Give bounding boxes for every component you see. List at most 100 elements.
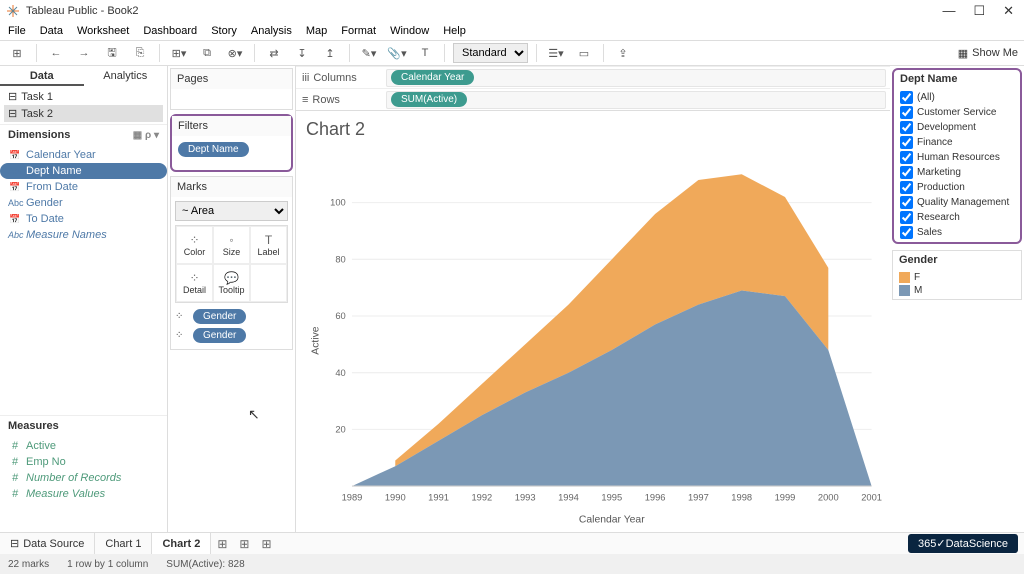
sort-asc-icon[interactable]: ↧ [291, 43, 313, 63]
new-dashboard-icon[interactable]: ⊞ [233, 537, 255, 551]
filter-checkbox[interactable]: Quality Management [900, 195, 1014, 210]
show-me-button[interactable]: ▦ Show Me [958, 47, 1018, 60]
minimize-button[interactable]: — [942, 3, 955, 19]
menu-dashboard[interactable]: Dashboard [143, 25, 197, 37]
filter-checkbox[interactable]: Research [900, 210, 1014, 225]
menu-bar: File Data Worksheet Dashboard Story Anal… [0, 22, 1024, 40]
duplicate-icon[interactable]: ⧉ [196, 43, 218, 63]
group-icon[interactable]: 📎▾ [386, 43, 408, 63]
dimension-field[interactable]: 📅Calendar Year [0, 147, 167, 163]
back-icon[interactable]: ← [45, 43, 67, 63]
field-type-icon: Abc [8, 198, 22, 208]
highlight-icon[interactable]: ✎▾ [358, 43, 380, 63]
totals-icon[interactable]: T [414, 43, 436, 63]
maximize-button[interactable]: ☐ [973, 3, 985, 19]
filter-legend-pane: Dept Name (All)Customer ServiceDevelopme… [890, 66, 1024, 532]
connect-icon[interactable]: ⊞ [6, 43, 28, 63]
datasource-row[interactable]: ⊟Task 2 [4, 105, 163, 122]
cards-icon[interactable]: ☰▾ [545, 43, 567, 63]
dimension-field[interactable]: AbcMeasure Names [0, 227, 167, 243]
menu-analysis[interactable]: Analysis [251, 25, 292, 37]
legend-item[interactable]: M [899, 284, 1015, 297]
filter-checkbox[interactable]: Marketing [900, 165, 1014, 180]
rows-shelf[interactable]: ≡Rows SUM(Active) [296, 88, 890, 110]
filter-checkbox[interactable]: Customer Service [900, 105, 1014, 120]
menu-map[interactable]: Map [306, 25, 327, 37]
area-chart[interactable]: 20406080100 1989199019911992199319941995… [300, 152, 882, 529]
svg-text:1989: 1989 [342, 493, 363, 503]
menu-worksheet[interactable]: Worksheet [77, 25, 129, 37]
menu-help[interactable]: Help [443, 25, 466, 37]
save-icon[interactable]: 🖫 [101, 43, 123, 63]
svg-text:1993: 1993 [515, 493, 536, 503]
pages-card: Pages [170, 68, 293, 110]
filter-checkbox[interactable]: Development [900, 120, 1014, 135]
db-icon: ⊟ [8, 90, 17, 103]
presentation-icon[interactable]: ▭ [573, 43, 595, 63]
menu-file[interactable]: File [8, 25, 26, 37]
color-icon: ⁘ [189, 233, 199, 247]
tab-data[interactable]: Data [0, 66, 84, 86]
new-datasource-icon[interactable]: ⎘ [129, 43, 151, 63]
columns-pill[interactable]: Calendar Year [391, 70, 474, 85]
status-marks: 22 marks [8, 559, 49, 570]
sheet-tab-chart1[interactable]: Chart 1 [95, 533, 152, 554]
status-sum: SUM(Active): 828 [166, 559, 244, 570]
datasource-icon: ⊟ [10, 537, 19, 550]
filter-checkbox[interactable]: Finance [900, 135, 1014, 150]
sheet-tab-chart2[interactable]: Chart 2 [152, 533, 211, 554]
filter-checkbox[interactable]: (All) [900, 90, 1014, 105]
filter-checkbox[interactable]: Sales [900, 225, 1014, 240]
mark-tooltip[interactable]: 💬Tooltip [213, 264, 250, 302]
swap-icon[interactable]: ⇄ [263, 43, 285, 63]
measure-field[interactable]: #Active [0, 438, 167, 454]
mark-pill-gender-color[interactable]: Gender [193, 309, 246, 324]
sort-desc-icon[interactable]: ↥ [319, 43, 341, 63]
measure-field[interactable]: #Emp No [0, 454, 167, 470]
view-options-icon[interactable]: ▦ ρ ▾ [133, 130, 159, 141]
new-story-icon[interactable]: ⊞ [255, 537, 277, 551]
mark-size[interactable]: ◦Size [213, 226, 250, 264]
mark-label[interactable]: TLabel [250, 226, 287, 264]
chart-title[interactable]: Chart 2 [296, 111, 890, 148]
filter-pill-dept[interactable]: Dept Name [178, 142, 249, 157]
window-title: Tableau Public - Book2 [26, 5, 942, 17]
measure-field[interactable]: #Number of Records [0, 470, 167, 486]
mark-color[interactable]: ⁘Color [176, 226, 213, 264]
columns-shelf[interactable]: iiiColumns Calendar Year [296, 66, 890, 88]
menu-window[interactable]: Window [390, 25, 429, 37]
close-button[interactable]: ✕ [1003, 3, 1014, 19]
rows-pill[interactable]: SUM(Active) [391, 92, 467, 107]
new-sheet-icon[interactable]: ⊞▾ [168, 43, 190, 63]
measure-field[interactable]: #Measure Values [0, 486, 167, 502]
dimension-field[interactable]: 📅From Date [0, 179, 167, 195]
mark-detail[interactable]: ⁘Detail [176, 264, 213, 302]
filter-checkbox[interactable]: Human Resources [900, 150, 1014, 165]
filter-checkbox[interactable]: Production [900, 180, 1014, 195]
fit-select[interactable]: Standard [453, 43, 528, 63]
forward-icon[interactable]: → [73, 43, 95, 63]
detail-icon: ⁘ [175, 330, 191, 341]
mark-type-select[interactable]: ~ Area [175, 201, 288, 221]
mark-pill-gender-detail[interactable]: Gender [193, 328, 246, 343]
dimension-field[interactable]: AbcGender [0, 195, 167, 211]
datasource-row[interactable]: ⊟Task 1 [4, 88, 163, 105]
new-worksheet-icon[interactable]: ⊞ [211, 537, 233, 551]
clear-icon[interactable]: ⊗▾ [224, 43, 246, 63]
legend-swatch [899, 285, 910, 296]
tableau-logo-icon [6, 4, 20, 18]
title-bar: Tableau Public - Book2 — ☐ ✕ [0, 0, 1024, 22]
data-pane: Data Analytics ⊟Task 1 ⊟Task 2 Dimension… [0, 66, 168, 532]
datasource-tab[interactable]: ⊟Data Source [0, 533, 95, 554]
share-icon[interactable]: ⇪ [612, 43, 634, 63]
dept-filter-card: Dept Name (All)Customer ServiceDevelopme… [892, 68, 1022, 244]
tab-analytics[interactable]: Analytics [84, 66, 168, 86]
dimension-field[interactable]: AbcDept Name [0, 163, 167, 179]
menu-data[interactable]: Data [40, 25, 63, 37]
field-type-icon: # [8, 488, 22, 500]
dimension-field[interactable]: 📅To Date [0, 211, 167, 227]
menu-story[interactable]: Story [211, 25, 237, 37]
menu-format[interactable]: Format [341, 25, 376, 37]
status-layout: 1 row by 1 column [67, 559, 148, 570]
legend-item[interactable]: F [899, 271, 1015, 284]
